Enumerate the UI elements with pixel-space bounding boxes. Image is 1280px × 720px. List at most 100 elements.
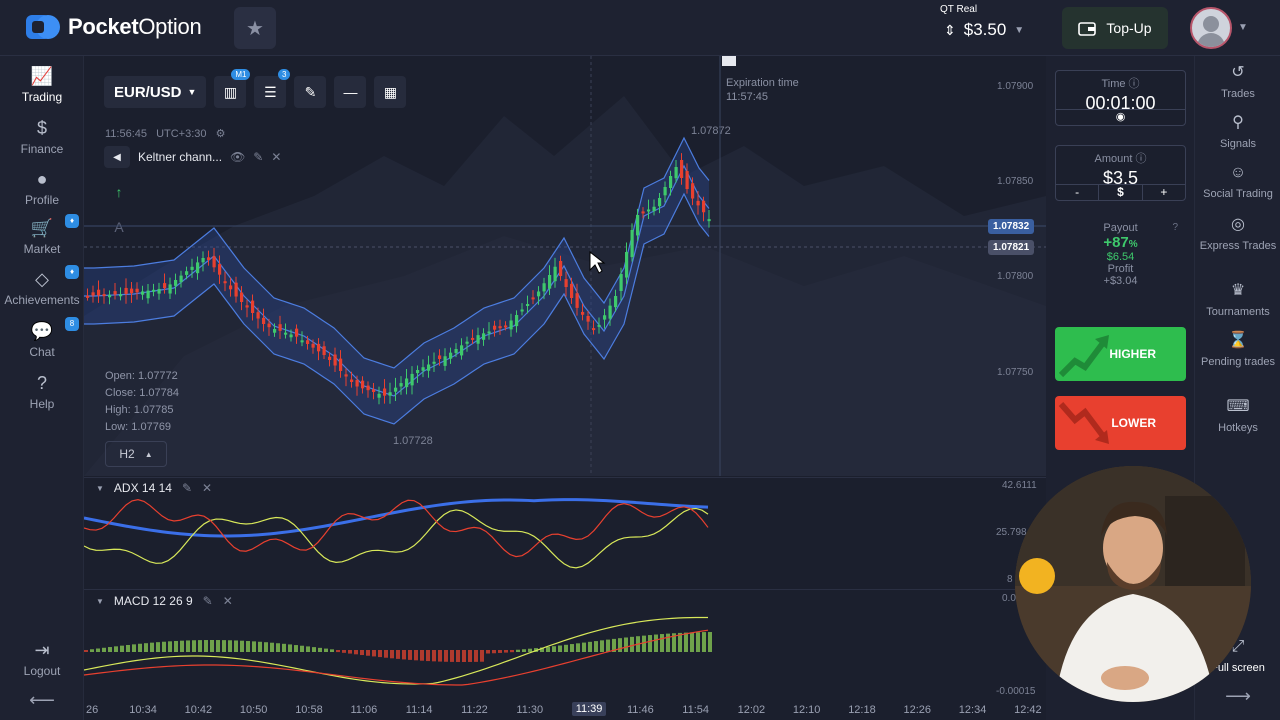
macd-histogram-bar (138, 643, 142, 652)
time-tick: 11:54 (682, 704, 710, 716)
candle-body (256, 312, 260, 319)
candle-body (372, 389, 376, 392)
clock-toggle[interactable]: ◉ (1056, 109, 1185, 126)
macd-histogram-bar (558, 645, 562, 652)
top-up-button[interactable]: Top-Up (1062, 7, 1168, 49)
top-bar: PocketOption ★ QT Real ⇕ $3.50 ▼ Top-Up … (0, 0, 1280, 56)
right-nav-label: Pending trades (1201, 356, 1275, 368)
help-icon[interactable]: ⓘ (1135, 153, 1146, 165)
currency-button[interactable]: $ (1098, 185, 1143, 201)
candle-body (498, 326, 502, 329)
right-nav-social-trading[interactable]: ☺ Social Trading (1195, 164, 1280, 201)
candle-body (432, 361, 436, 364)
candle-body (405, 378, 409, 388)
timeframe-selector[interactable]: H2 ▲ (105, 441, 167, 467)
right-nav-hotkeys[interactable]: ⌨ Hotkeys (1195, 399, 1280, 435)
candle-body (328, 356, 332, 360)
user-icon: ● (36, 169, 48, 189)
macd-histogram-bar (162, 641, 166, 652)
sidebar-item-market[interactable]: ♦ 🛒 Market (0, 214, 84, 256)
candle-body (443, 356, 447, 366)
right-nav-label: Express Trades (1199, 240, 1277, 252)
macd-histogram-bar (696, 632, 700, 652)
candle-body (619, 274, 623, 291)
percent-sign: % (1128, 239, 1138, 250)
favorites-button[interactable]: ★ (234, 7, 276, 49)
sidebar-item-profile[interactable]: ● Profile (0, 169, 84, 207)
candle-body (421, 367, 425, 371)
sidebar-item-trading[interactable]: 📈 Trading (0, 66, 84, 104)
time-axis: 26 10:34 10:42 10:50 10:58 11:06 11:14 11:22 11:… (84, 701, 1046, 720)
sidebar-item-help[interactable]: ? Help (0, 373, 84, 411)
chart-area[interactable]: EUR/USD ▼ ▥ M1 ☰ 3 ✎ — ▦ 11:56:45 UTC+3:… (84, 56, 1046, 720)
candle-body (251, 300, 255, 313)
candle-body (493, 325, 497, 330)
candle-body (531, 297, 535, 300)
candle-body (465, 341, 469, 344)
logo[interactable]: PocketOption (26, 13, 202, 41)
higher-button[interactable]: HIGHER (1055, 327, 1186, 381)
decrease-amount-button[interactable]: - (1056, 185, 1098, 201)
candlestick-chart[interactable] (84, 56, 1046, 476)
sidebar-item-achievements[interactable]: ♦ ◇ Achievements (0, 265, 84, 307)
macd-histogram-bar (306, 646, 310, 652)
candle-body (179, 275, 183, 283)
presenter-image (1015, 466, 1251, 702)
users-icon: ☺ (1229, 164, 1247, 181)
notification-badge: ♦ (65, 214, 79, 228)
candle-body (262, 317, 266, 324)
candle-body (234, 282, 238, 297)
help-icon[interactable]: ? (1172, 222, 1178, 233)
macd-histogram-bar (438, 650, 442, 662)
increase-amount-button[interactable]: + (1143, 185, 1185, 201)
macd-histogram-bar (402, 650, 406, 660)
macd-histogram-bar (564, 644, 568, 652)
time-tick: 10:50 (239, 704, 268, 716)
chevron-down-icon: ▼ (1014, 24, 1025, 36)
macd-histogram-bar (504, 650, 508, 653)
candle-body (526, 304, 530, 306)
macd-histogram-bar (522, 649, 526, 652)
candle-body (350, 379, 354, 382)
candle-body (168, 284, 172, 294)
account-selector[interactable]: QT Real ⇕ $3.50 ▼ (940, 4, 1024, 39)
macd-histogram-bar (156, 642, 160, 652)
right-nav-trades[interactable]: ↺ Trades (1195, 65, 1280, 101)
time-tick: 10:58 (295, 704, 323, 716)
candle-body (471, 337, 475, 340)
right-nav-express-trades[interactable]: ◎ Express Trades (1195, 217, 1280, 253)
timeframe-label: H2 (119, 447, 135, 461)
candle-body (608, 305, 612, 319)
candle-body (625, 252, 629, 278)
macd-histogram-bar (462, 650, 466, 662)
avatar[interactable] (1190, 7, 1232, 49)
sidebar-item-chat[interactable]: 8 💬 Chat (0, 317, 84, 359)
time-tick: 10:34 (129, 704, 157, 716)
sidebar-item-finance[interactable]: $ Finance (0, 118, 84, 156)
candle-body (570, 283, 574, 298)
logo-text: PocketOption (68, 14, 202, 39)
candle-body (108, 294, 112, 298)
help-icon[interactable]: ⓘ (1129, 78, 1140, 90)
macd-histogram-bar (492, 650, 496, 654)
macd-histogram-bar (330, 649, 334, 652)
candle-body (696, 200, 700, 206)
macd-histogram-bar (252, 641, 256, 652)
logout-button[interactable]: ⇥ Logout (0, 640, 84, 678)
right-nav-tournaments[interactable]: ♛ Tournaments (1195, 283, 1280, 319)
macd-histogram-bar (126, 644, 130, 652)
candle-body (476, 335, 480, 344)
macd-histogram-bar (270, 642, 274, 652)
candle-body (383, 388, 387, 396)
collapse-left-arrow[interactable]: ⟵ (0, 690, 84, 711)
candle-body (113, 291, 117, 295)
collapse-right-arrow[interactable]: ⟶ (1195, 687, 1280, 705)
chevron-down-icon[interactable]: ▼ (1238, 22, 1248, 33)
lower-button[interactable]: LOWER (1055, 396, 1186, 450)
right-nav-signals[interactable]: ⚲ Signals (1195, 115, 1280, 151)
macd-histogram-bar (198, 640, 202, 652)
macd-histogram-bar (132, 644, 136, 652)
amount-label: Amount (1094, 153, 1133, 165)
plus-di-line (84, 507, 709, 569)
right-nav-pending-trades[interactable]: ⌛ Pending trades (1195, 333, 1280, 369)
